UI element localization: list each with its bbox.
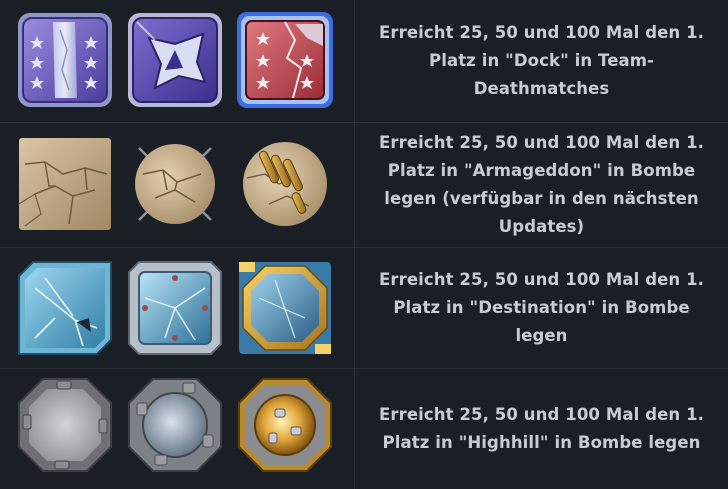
- badge-group: [0, 0, 355, 122]
- destination-silver-badge-icon: [125, 258, 225, 358]
- dock-bronze-badge-icon: [15, 10, 115, 110]
- dock-silver-badge-icon: [125, 10, 225, 110]
- armageddon-bronze-badge-icon: [15, 134, 115, 234]
- armageddon-silver-badge-icon: [125, 134, 225, 234]
- destination-bronze-badge-icon: [15, 258, 115, 358]
- achievement-description: Erreicht 25, 50 und 100 Mal den 1. Platz…: [378, 23, 705, 98]
- achievement-row-armageddon: Erreicht 25, 50 und 100 Mal den 1. Platz…: [0, 123, 728, 248]
- highhill-silver-badge-icon: [125, 375, 225, 475]
- badge-group: [0, 123, 355, 247]
- achievement-table: Erreicht 25, 50 und 100 Mal den 1. Platz…: [0, 0, 728, 489]
- highhill-gold-badge-icon: [235, 375, 335, 475]
- badge-group: [0, 248, 355, 368]
- armageddon-gold-badge-icon: [235, 134, 335, 234]
- highhill-bronze-badge-icon: [15, 375, 115, 475]
- achievement-description: Erreicht 25, 50 und 100 Mal den 1. Platz…: [378, 133, 705, 236]
- destination-gold-badge-icon: [235, 258, 335, 358]
- badge-group: [0, 369, 355, 489]
- achievement-description: Erreicht 25, 50 und 100 Mal den 1. Platz…: [378, 270, 705, 345]
- achievement-row-destination: Erreicht 25, 50 und 100 Mal den 1. Platz…: [0, 248, 728, 369]
- achievement-row-highhill: Erreicht 25, 50 und 100 Mal den 1. Platz…: [0, 369, 728, 489]
- dock-gold-badge-icon: [235, 10, 335, 110]
- achievement-row-dock: Erreicht 25, 50 und 100 Mal den 1. Platz…: [0, 0, 728, 123]
- achievement-description: Erreicht 25, 50 und 100 Mal den 1. Platz…: [378, 405, 705, 452]
